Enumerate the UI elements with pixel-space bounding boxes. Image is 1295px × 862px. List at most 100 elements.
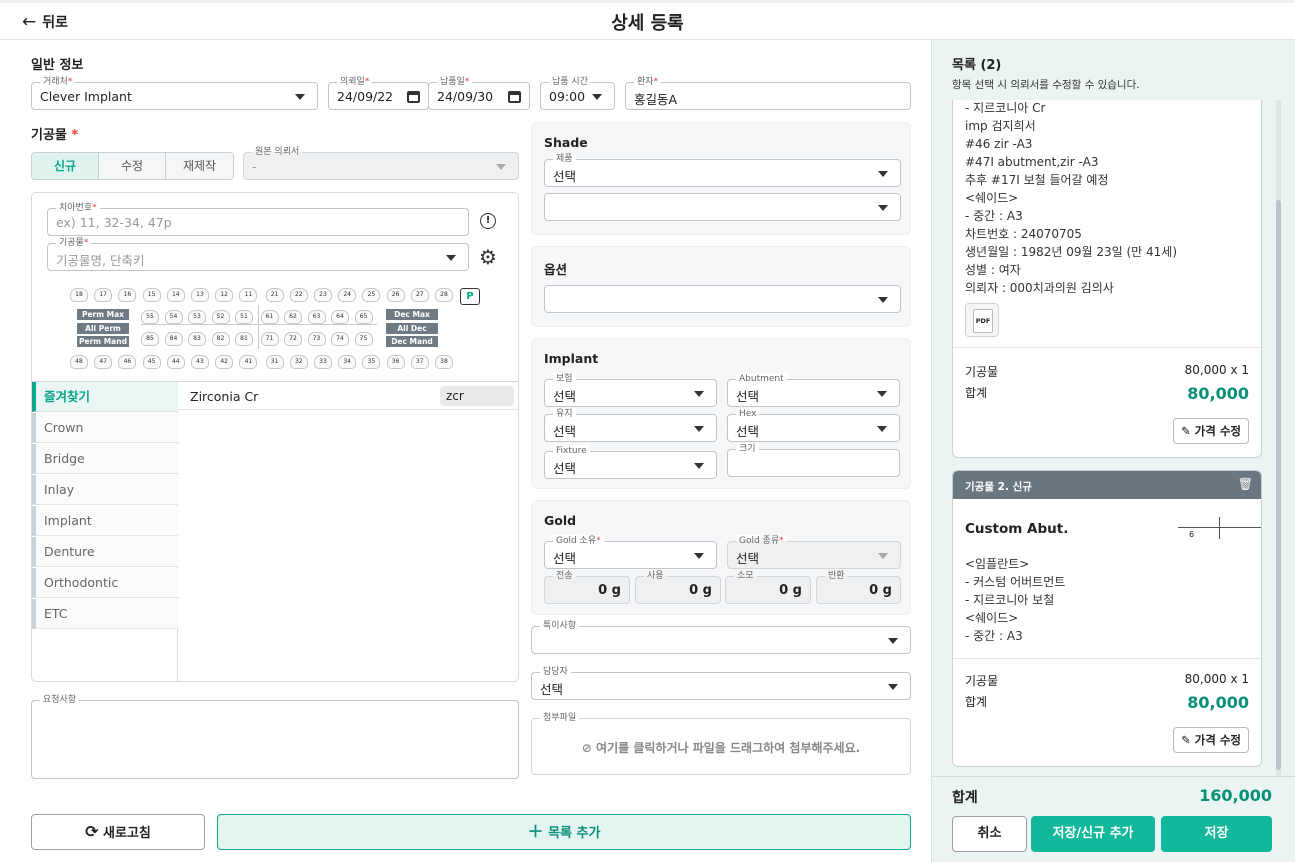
save-new-button[interactable]: 저장/신규 추가: [1031, 816, 1155, 852]
category-item[interactable]: Denture: [32, 537, 178, 567]
delivery-date-field[interactable]: 납품일* 24/09/30: [428, 76, 530, 110]
client-select[interactable]: 거래처* Clever Implant: [31, 76, 318, 110]
size-input[interactable]: 크기: [727, 443, 900, 477]
tooth-21[interactable]: 21: [265, 288, 284, 302]
delivery-time-select[interactable]: 납품 시간 09:00: [540, 76, 615, 110]
tooth-72[interactable]: 72: [284, 332, 302, 346]
info-icon[interactable]: !: [480, 213, 496, 229]
tooth-63[interactable]: 63: [307, 310, 326, 324]
scrollbar-track[interactable]: [1276, 100, 1281, 776]
attachment-dropzone[interactable]: 첨부파일 ⊘ 여기를 클릭하거나 파일을 드래그하여 첨부해주세요.: [531, 712, 911, 775]
tooth-15[interactable]: 15: [142, 288, 161, 302]
card2-edit-price-button[interactable]: ✎ 가격 수정: [1173, 727, 1249, 753]
tooth-38[interactable]: 38: [435, 355, 453, 369]
p-button[interactable]: P: [460, 288, 480, 305]
tooth-45[interactable]: 45: [142, 355, 161, 369]
shade-product-select[interactable]: 제품 선택: [544, 153, 901, 187]
category-item[interactable]: Bridge: [32, 444, 178, 474]
tooth-55[interactable]: 55: [141, 310, 159, 324]
tooth-51[interactable]: 51: [235, 310, 253, 324]
tooth-85[interactable]: 85: [141, 332, 159, 346]
calendar-icon[interactable]: [508, 91, 521, 103]
tooth-48[interactable]: 48: [70, 355, 88, 369]
tooth-18[interactable]: 18: [70, 288, 88, 302]
tab-new[interactable]: 신규: [32, 153, 99, 179]
tooth-46[interactable]: 46: [118, 355, 137, 369]
tooth-17[interactable]: 17: [94, 288, 113, 302]
scrollbar-thumb[interactable]: [1276, 200, 1281, 770]
tooth-71[interactable]: 71: [260, 332, 279, 346]
category-item[interactable]: Crown: [32, 413, 178, 443]
fixture-select[interactable]: Fixture 선택: [544, 445, 717, 479]
tooth-34[interactable]: 34: [338, 355, 357, 369]
perm-max-tag[interactable]: Perm Max: [77, 309, 129, 320]
tooth-31[interactable]: 31: [265, 355, 284, 369]
dec-max-tag[interactable]: Dec Max: [386, 309, 438, 320]
tooth-14[interactable]: 14: [166, 288, 185, 302]
favorite-row[interactable]: Zirconia Cr zcr: [178, 382, 518, 410]
add-item-button[interactable]: ＋ 목록 추가: [217, 814, 911, 850]
pdf-file[interactable]: PDF: [965, 303, 999, 337]
tooth-54[interactable]: 54: [164, 310, 183, 324]
options-select[interactable]: [544, 285, 901, 313]
list-card-1[interactable]: - 지르코니아 Cr imp 검지희서 #46 zir -A3 #47I abutme…: [952, 100, 1262, 458]
tooth-84[interactable]: 84: [164, 332, 183, 346]
tooth-16[interactable]: 16: [118, 288, 137, 302]
tooth-32[interactable]: 32: [289, 355, 308, 369]
tab-remake[interactable]: 재제작: [166, 153, 233, 179]
tooth-81[interactable]: 81: [235, 332, 253, 346]
category-item[interactable]: Implant: [32, 506, 178, 536]
tooth-75[interactable]: 75: [354, 332, 373, 346]
tooth-22[interactable]: 22: [289, 288, 308, 302]
item-select[interactable]: 기공물* 기공물명, 단축키: [47, 237, 469, 271]
tooth-82[interactable]: 82: [211, 332, 230, 346]
tooth-43[interactable]: 43: [191, 355, 209, 369]
tooth-42[interactable]: 42: [215, 355, 234, 369]
all-perm-tag[interactable]: All Perm: [77, 322, 129, 334]
category-item[interactable]: ETC: [32, 599, 178, 629]
tooth-74[interactable]: 74: [331, 332, 349, 346]
calendar-icon[interactable]: [407, 91, 420, 103]
tooth-number-input[interactable]: 치아번호* ex) 11, 32-34, 47p: [47, 202, 469, 236]
tooth-11[interactable]: 11: [239, 288, 258, 302]
perm-mand-tag[interactable]: Perm Mand: [77, 336, 129, 347]
card1-edit-price-button[interactable]: ✎ 가격 수정: [1173, 418, 1249, 444]
tooth-33[interactable]: 33: [314, 355, 332, 369]
tooth-36[interactable]: 36: [386, 355, 405, 369]
manager-select[interactable]: 담당자 선택: [531, 666, 911, 700]
gold-ownership-select[interactable]: Gold 소유* 선택: [544, 535, 717, 569]
request-date-field[interactable]: 의뢰일* 24/09/22: [328, 76, 429, 110]
tooth-23[interactable]: 23: [314, 288, 332, 302]
tooth-47[interactable]: 47: [94, 355, 113, 369]
tooth-65[interactable]: 65: [354, 310, 373, 324]
cancel-button[interactable]: 취소: [952, 816, 1027, 852]
category-item[interactable]: 즐겨찾기: [32, 382, 178, 412]
tooth-12[interactable]: 12: [215, 288, 234, 302]
tooth-25[interactable]: 25: [362, 288, 381, 302]
tooth-73[interactable]: 73: [307, 332, 326, 346]
tooth-37[interactable]: 37: [410, 355, 429, 369]
tooth-26[interactable]: 26: [386, 288, 405, 302]
tooth-61[interactable]: 61: [260, 310, 279, 324]
all-dec-tag[interactable]: All Dec: [386, 322, 438, 334]
category-item[interactable]: Inlay: [32, 475, 178, 505]
tooth-27[interactable]: 27: [410, 288, 429, 302]
abutment-select[interactable]: Abutment 선택: [727, 373, 900, 407]
tooth-62[interactable]: 62: [284, 310, 302, 324]
tooth-35[interactable]: 35: [362, 355, 381, 369]
refresh-button[interactable]: ⟳ 새로고침: [31, 814, 205, 850]
save-button[interactable]: 저장: [1161, 816, 1272, 852]
tooth-28[interactable]: 28: [435, 288, 453, 302]
retention-select[interactable]: 유지 선택: [544, 408, 717, 442]
tooth-53[interactable]: 53: [188, 310, 206, 324]
hex-select[interactable]: Hex 선택: [727, 408, 900, 442]
notes-textarea[interactable]: 요청사항: [31, 694, 519, 779]
tooth-44[interactable]: 44: [166, 355, 185, 369]
tooth-52[interactable]: 52: [211, 310, 230, 324]
insurance-select[interactable]: 보험 선택: [544, 373, 717, 407]
special-notes-select[interactable]: 특이사항: [531, 620, 911, 654]
tooth-83[interactable]: 83: [188, 332, 206, 346]
gear-icon[interactable]: ⚙: [477, 246, 499, 268]
tooth-13[interactable]: 13: [191, 288, 209, 302]
tab-modify[interactable]: 수정: [99, 153, 166, 179]
